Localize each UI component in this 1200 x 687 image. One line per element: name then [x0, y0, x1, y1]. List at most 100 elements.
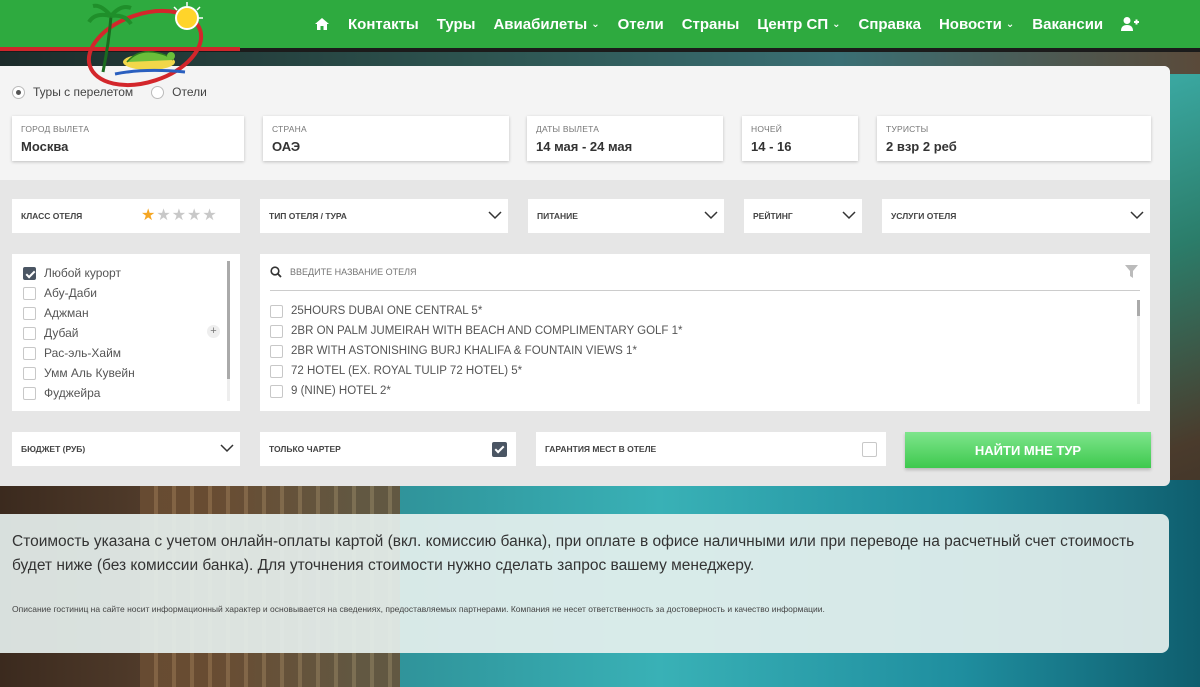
resort-checkbox[interactable] — [23, 286, 36, 300]
hotel-type-select[interactable]: ТИП ОТЕЛЯ / ТУРА — [260, 199, 508, 233]
departure-city-caption: ГОРОД ВЫЛЕТА — [21, 124, 90, 134]
resort-checkbox[interactable] — [23, 306, 36, 320]
resort-list: Любой курорт Абу-Даби Аджман Дубай Рас-э… — [12, 254, 240, 411]
nav-item-vacancies[interactable]: Вакансии — [1023, 16, 1112, 33]
star-icon[interactable]: ★ — [187, 208, 201, 224]
hotel-label: 2BR WITH ASTONISHING BURJ KHALIFA & FOUN… — [291, 345, 637, 357]
departure-city-value: Москва — [21, 139, 69, 154]
nights-value: 14 - 16 — [751, 139, 792, 154]
departure-city-field[interactable]: ГОРОД ВЫЛЕТА Москва — [12, 116, 244, 161]
nav-user[interactable] — [1112, 16, 1148, 32]
list-item[interactable]: 2BR ON PALM JUMEIRAH WITH BEACH AND COMP… — [270, 321, 683, 341]
hotel-checkbox[interactable] — [270, 304, 283, 318]
star-icon[interactable]: ★ — [172, 208, 186, 224]
hotel-list: 25HOURS DUBAI ONE CENTRAL 5* 2BR ON PALM… — [260, 254, 1150, 411]
radio-tours[interactable] — [12, 85, 25, 99]
tourists-caption: ТУРИСТЫ — [886, 124, 929, 134]
charter-only-checkbox[interactable] — [492, 442, 507, 457]
main-nav: Контакты Туры Авиабилеты ⌄ Отели Страны Ц… — [305, 0, 1148, 48]
list-item[interactable]: 2BR WITH ASTONISHING BURJ KHALIFA & FOUN… — [270, 341, 683, 361]
country-caption: СТРАНА — [272, 124, 307, 134]
nav-item-help[interactable]: Справка — [850, 16, 930, 33]
resort-checkbox[interactable] — [23, 386, 36, 400]
hotel-checkbox[interactable] — [270, 344, 283, 358]
country-field[interactable]: СТРАНА ОАЭ — [263, 116, 509, 161]
guarantee-checkbox[interactable] — [862, 442, 877, 457]
meal-select[interactable]: ПИТАНИЕ — [528, 199, 724, 233]
chevron-down-icon: ⌄ — [591, 18, 600, 30]
tourists-field[interactable]: ТУРИСТЫ 2 взр 2 реб — [877, 116, 1151, 161]
list-item[interactable]: 72 HOTEL (EX. ROYAL TULIP 72 HOTEL) 5* — [270, 361, 683, 381]
guarantee-toggle[interactable]: ГАРАНТИЯ МЕСТ В ОТЕЛЕ — [536, 432, 886, 466]
nav-item-flights[interactable]: Авиабилеты ⌄ — [484, 16, 608, 33]
list-item[interactable]: Фуджейра — [23, 383, 135, 403]
find-tour-button[interactable]: НАЙТИ МНЕ ТУР — [905, 432, 1151, 468]
star-icon[interactable]: ★ — [202, 208, 216, 224]
resort-label: Любой курорт — [44, 266, 121, 280]
hotel-class-label: КЛАСС ОТЕЛЯ — [21, 211, 83, 221]
resort-label: Абу-Даби — [44, 286, 97, 300]
tourists-value: 2 взр 2 реб — [886, 139, 957, 154]
list-item[interactable]: 9 (NINE) HOTEL 2* — [270, 381, 683, 401]
hotel-checkbox[interactable] — [270, 384, 283, 398]
nav-item-countries[interactable]: Страны — [673, 16, 749, 33]
charter-only-toggle[interactable]: ТОЛЬКО ЧАРТЕР — [260, 432, 516, 466]
hotel-checkbox[interactable] — [270, 364, 283, 378]
star-icon[interactable]: ★ — [141, 208, 155, 224]
services-select[interactable]: УСЛУГИ ОТЕЛЯ — [882, 199, 1150, 233]
hotel-class-filter: КЛАСС ОТЕЛЯ ★ ★ ★ ★ ★ — [12, 199, 240, 233]
nav-item-tours[interactable]: Туры — [428, 16, 485, 33]
hotel-search-input[interactable] — [290, 264, 1090, 280]
chevron-down-icon — [842, 211, 856, 220]
resort-checkbox[interactable] — [23, 366, 36, 380]
scrollbar-thumb[interactable] — [1137, 300, 1140, 316]
resort-checkbox[interactable] — [23, 326, 36, 340]
hotel-checkbox[interactable] — [270, 324, 283, 338]
nav-item-center-sp[interactable]: Центр СП ⌄ — [748, 16, 849, 33]
list-item[interactable]: 25HOURS DUBAI ONE CENTRAL 5* — [270, 301, 683, 321]
price-info-text: Стоимость указана с учетом онлайн-оплаты… — [12, 533, 1135, 574]
dates-field[interactable]: ДАТЫ ВЫЛЕТА 14 мая - 24 мая — [527, 116, 723, 161]
chevron-down-icon — [220, 444, 234, 453]
nav-item-hotels[interactable]: Отели — [609, 16, 673, 33]
list-item[interactable]: Любой курорт — [23, 263, 135, 283]
add-user-icon — [1121, 17, 1140, 31]
dates-caption: ДАТЫ ВЫЛЕТА — [536, 124, 600, 134]
chevron-down-icon: ⌄ — [1005, 18, 1015, 30]
nights-caption: НОЧЕЙ — [751, 124, 783, 134]
rating-select[interactable]: РЕЙТИНГ — [744, 199, 862, 233]
list-item[interactable]: Умм Аль Кувейн — [23, 363, 135, 383]
search-divider — [270, 290, 1140, 291]
budget-label: БЮДЖЕТ (РУБ) — [21, 444, 86, 454]
resort-checkbox[interactable] — [23, 346, 36, 360]
nav-home[interactable] — [305, 16, 339, 32]
search-panel: Туры с перелетом Отели ГОРОД ВЫЛЕТА Моск… — [0, 66, 1170, 486]
star-icon[interactable]: ★ — [156, 208, 170, 224]
search-icon — [270, 266, 282, 278]
nav-item-contacts[interactable]: Контакты — [339, 16, 428, 33]
list-item[interactable]: Абу-Даби — [23, 283, 135, 303]
star-rating: ★ ★ ★ ★ ★ — [141, 208, 217, 224]
nav-item-news[interactable]: Новости ⌄ — [930, 16, 1023, 33]
country-value: ОАЭ — [272, 139, 301, 154]
list-item[interactable]: Аджман — [23, 303, 135, 323]
guarantee-label: ГАРАНТИЯ МЕСТ В ОТЕЛЕ — [545, 444, 657, 454]
expand-plus-icon[interactable]: + — [207, 325, 220, 338]
services-label: УСЛУГИ ОТЕЛЯ — [891, 211, 957, 221]
nights-field[interactable]: НОЧЕЙ 14 - 16 — [742, 116, 858, 161]
list-item[interactable]: Рас-эль-Хайм — [23, 343, 135, 363]
dates-value: 14 мая - 24 мая — [536, 139, 633, 154]
list-item[interactable]: Дубай — [23, 323, 135, 343]
budget-select[interactable]: БЮДЖЕТ (РУБ) — [12, 432, 240, 466]
resort-checkbox[interactable] — [23, 266, 36, 280]
charter-only-label: ТОЛЬКО ЧАРТЕР — [269, 444, 341, 454]
resort-label: Умм Аль Кувейн — [44, 366, 135, 380]
hotel-label: 2BR ON PALM JUMEIRAH WITH BEACH AND COMP… — [291, 325, 683, 337]
disclaimer-text: Описание гостиниц на сайте носит информа… — [12, 604, 825, 614]
chevron-down-icon: ⌄ — [832, 18, 841, 30]
scrollbar-thumb[interactable] — [227, 261, 230, 379]
hotel-type-label: ТИП ОТЕЛЯ / ТУРА — [269, 211, 347, 221]
filter-icon[interactable] — [1125, 265, 1138, 278]
resort-label: Дубай — [44, 326, 79, 340]
logo-icon[interactable] — [75, 2, 215, 88]
